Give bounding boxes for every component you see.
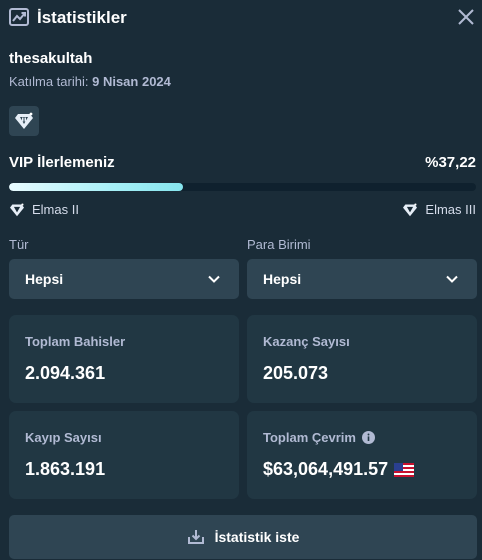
stat-value: 205.073: [263, 363, 329, 383]
join-date-line: Katılma tarihi: 9 Nisan 2024: [9, 74, 171, 89]
modal-header: İstatistikler: [0, 0, 482, 36]
stat-value: 1.863.191: [25, 459, 106, 479]
chevron-down-icon: [446, 275, 458, 283]
type-filter-label: Tür: [9, 237, 29, 252]
current-tier-label: Elmas II: [32, 202, 79, 217]
vip-badge[interactable]: [9, 106, 39, 136]
download-icon: [187, 530, 204, 544]
next-tier: Elmas III: [402, 202, 476, 217]
close-icon[interactable]: [456, 7, 476, 27]
next-tier-label: Elmas III: [425, 202, 476, 217]
username: thesakultah: [9, 50, 93, 67]
join-date-label: Katılma tarihi:: [9, 74, 89, 89]
chevron-down-icon: [208, 275, 220, 283]
diamond-icon: [15, 112, 33, 129]
stat-label: Kazanç Sayısı: [263, 334, 350, 349]
type-select-value: Hepsi: [25, 271, 64, 287]
request-stats-button[interactable]: İstatistik iste: [9, 515, 477, 559]
stat-card-losses: Kayıp Sayısı 1.863.191: [9, 411, 239, 499]
currency-select[interactable]: Hepsi: [247, 259, 477, 299]
stat-card-total-bets: Toplam Bahisler 2.094.361: [9, 315, 239, 403]
vip-progress-label: VIP İlerlemeniz: [9, 154, 115, 171]
diamond-icon: [10, 202, 24, 216]
trending-up-icon: [9, 8, 29, 26]
stat-card-wins: Kazanç Sayısı 205.073: [247, 315, 477, 403]
diamond-icon: [403, 202, 418, 216]
type-select[interactable]: Hepsi: [9, 259, 239, 299]
modal-title: İstatistikler: [37, 8, 127, 27]
stat-label: Kayıp Sayısı: [25, 430, 102, 445]
stat-value-row: $63,064,491.57: [263, 459, 415, 480]
request-stats-label: İstatistik iste: [214, 529, 300, 545]
stat-label: Toplam Bahisler: [25, 334, 126, 349]
info-icon[interactable]: [361, 431, 375, 444]
currency-select-value: Hepsi: [263, 271, 302, 287]
stat-value: 2.094.361: [25, 363, 106, 383]
vip-progress-percent: %37,22: [425, 154, 476, 171]
us-flag-icon: [394, 462, 415, 477]
vip-progress-bar: [9, 183, 476, 191]
currency-filter-label: Para Birimi: [247, 237, 311, 252]
stat-label: Toplam Çevrim: [263, 430, 356, 445]
vip-progress-fill: [9, 183, 183, 191]
stat-card-wagered: Toplam Çevrim $63,064,491.57: [247, 411, 477, 499]
stat-label-row: Toplam Çevrim: [263, 430, 375, 445]
current-tier: Elmas II: [9, 202, 79, 217]
join-date-value: 9 Nisan 2024: [92, 74, 171, 89]
stat-value: $63,064,491.57: [263, 459, 389, 479]
